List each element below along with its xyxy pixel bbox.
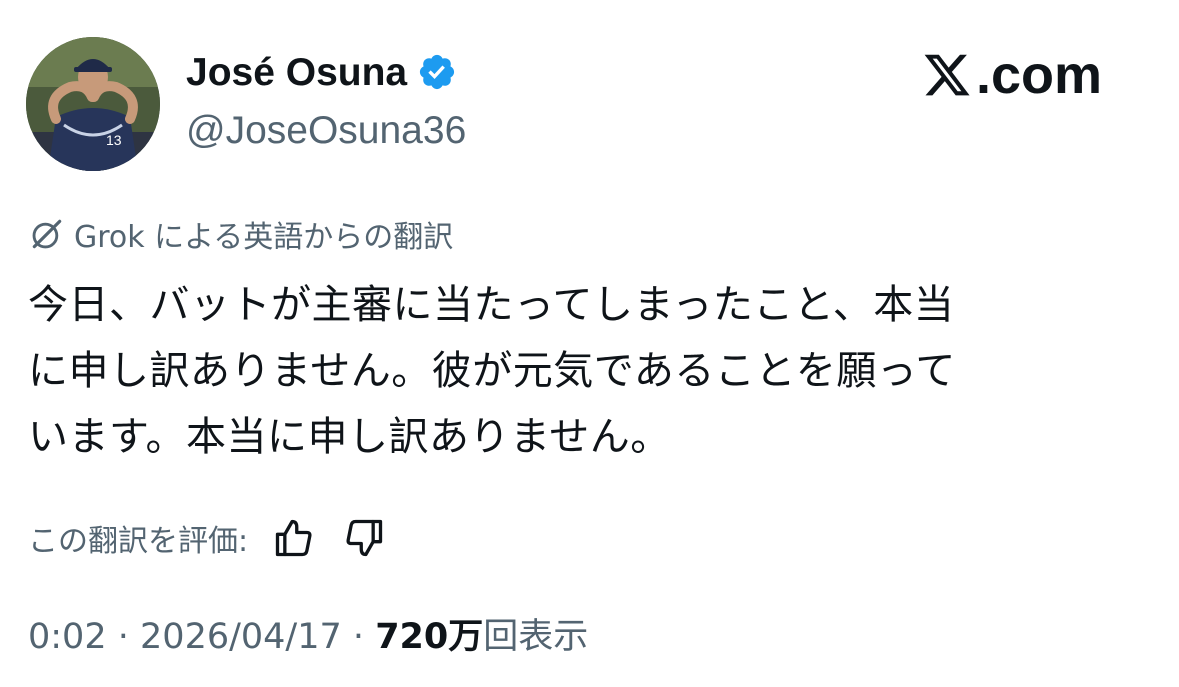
grok-icon: [32, 219, 62, 249]
tweet-date[interactable]: 2026/04/17: [140, 617, 342, 657]
tweet-line: に申し訳ありません。彼が元気であることを願って: [28, 348, 956, 394]
tweet-time[interactable]: 0:02: [28, 617, 107, 657]
rate-translation: この翻訳を評価:: [28, 514, 388, 562]
thumbs-down-icon: [346, 519, 383, 557]
display-name[interactable]: José Osuna: [186, 53, 407, 92]
thumbs-up-button[interactable]: [270, 514, 318, 562]
tweet-line: います。本当に申し訳ありません。: [28, 414, 671, 460]
avatar-photo: 13: [26, 37, 160, 171]
translation-label: Grok による英語からの翻訳: [74, 220, 454, 255]
tweet-line: 今日、バットが主審に当たってしまったこと、本当: [28, 282, 955, 328]
tweet-meta: 0:02 · 2026/04/17 · 720万回表示: [28, 616, 588, 658]
brand-text: .com: [976, 45, 1103, 105]
meta-separator: ·: [117, 617, 129, 657]
author-name-row[interactable]: José Osuna: [186, 52, 457, 92]
views-count[interactable]: 720万: [375, 617, 483, 657]
rate-label: この翻訳を評価:: [28, 524, 249, 559]
translation-notice[interactable]: Grok による英語からの翻訳: [28, 212, 453, 256]
thumbs-up-icon: [275, 519, 312, 557]
brand-watermark: .com: [922, 48, 1102, 102]
verified-badge-icon: [420, 54, 455, 90]
views-label: 回表示: [483, 617, 589, 657]
author-handle[interactable]: @JoseOsuna36: [186, 109, 466, 153]
x-logo-icon: [924, 54, 970, 96]
avatar[interactable]: 13: [26, 37, 160, 171]
meta-separator: ·: [352, 617, 365, 657]
svg-text:13: 13: [106, 132, 122, 148]
tweet-text: 今日、バットが主審に当たってしまったこと、本当 に申し訳ありません。彼が元気であ…: [28, 272, 1158, 470]
thumbs-down-button[interactable]: [340, 514, 388, 562]
